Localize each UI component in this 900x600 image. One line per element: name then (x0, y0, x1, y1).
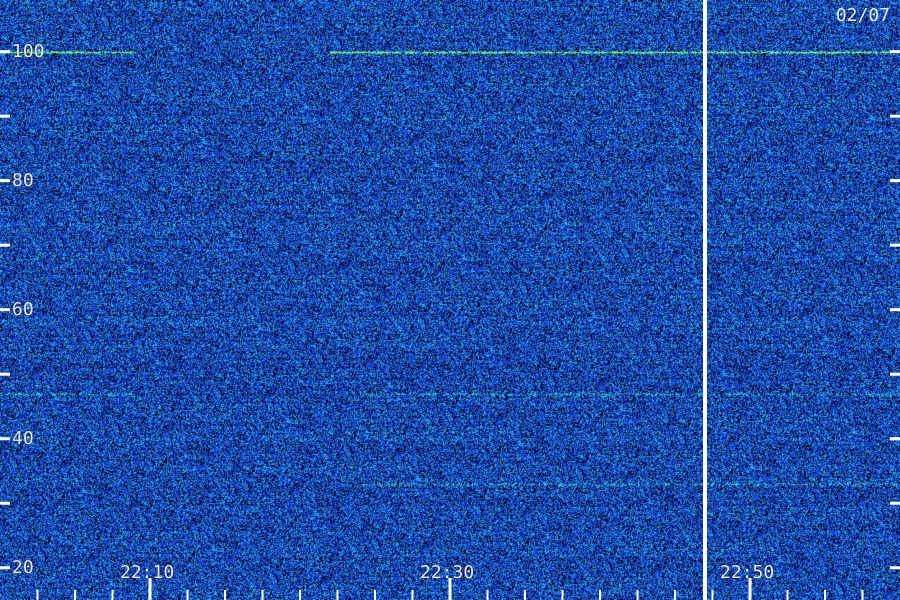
x-tick-label: 22:50 (720, 562, 775, 583)
x-tick-label: 22:30 (420, 562, 475, 583)
y-tick-label: 80 (12, 169, 34, 191)
y-tick-label: 40 (12, 427, 34, 449)
chart-overlay (0, 0, 900, 600)
date-label: 02/07 (835, 5, 890, 26)
y-tick-label: 60 (12, 298, 34, 320)
x-tick-label: 22:10 (120, 562, 175, 583)
spectrogram-chart: 02/07 20 40 60 80 100 22:10 22:30 22:50 (0, 0, 900, 600)
y-tick-label: 20 (12, 556, 34, 578)
y-tick-label: 100 (12, 40, 45, 62)
